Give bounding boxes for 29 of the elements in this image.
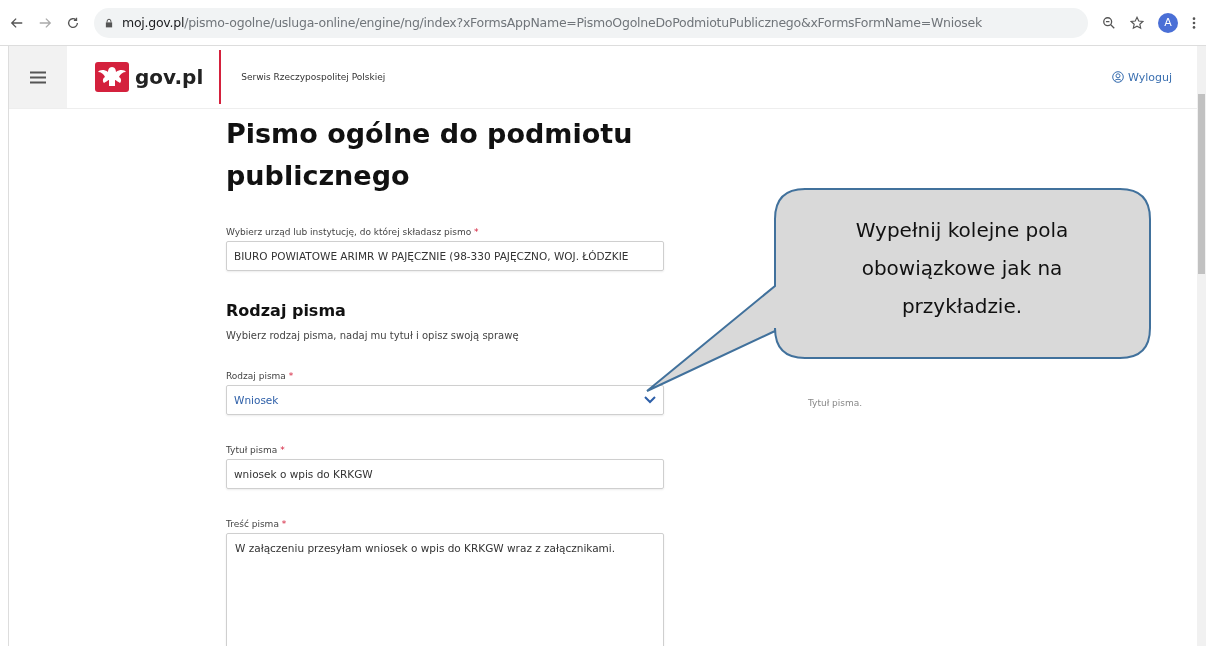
site-logo[interactable]: gov.pl (135, 65, 204, 89)
back-icon[interactable] (10, 15, 24, 30)
field-label: Treść pisma * (226, 519, 288, 529)
section-description: Wybierz rodzaj pisma, nadaj mu tytuł i opisz swoją sprawę (226, 330, 519, 341)
site-tagline: Serwis Rzeczypospolitej Polskiej (241, 72, 387, 82)
logout-link[interactable]: Wyloguj (1112, 70, 1172, 84)
content-textarea[interactable]: W załączeniu przesyłam wniosek o wpis do KRKGW wraz z załącznikami. (226, 533, 664, 646)
user-icon (1112, 71, 1124, 83)
title-input[interactable]: wniosek o wpis do KRKGW (226, 459, 664, 489)
type-select[interactable]: Wniosek (226, 385, 664, 415)
menu-icon (30, 70, 46, 84)
office-field[interactable]: BIURO POWIATOWE ARIMR W PAJĘCZNIE (98-330 PAJĘCZNO, WOJ. ŁÓDZKIE (226, 241, 664, 271)
lock-icon[interactable] (104, 17, 114, 28)
url-text: moj.gov.pl/pismo-ogolne/usluga-online/engine/ng/index?xFormsAppName=PismoOgolneDoPodmiotuPublicznego&xFormsFormName=Wniosek (122, 15, 983, 30)
page-title: Pismo ogólne do podmiotu publicznego (226, 117, 634, 193)
field-label: Rodzaj pisma * (226, 371, 295, 381)
callout-text: Wypełnij kolejne pola obowiązkowe jak na przykładzie. (854, 217, 1070, 320)
zoom-icon[interactable] (1102, 15, 1116, 30)
more-icon[interactable] (1192, 15, 1196, 30)
chevron-down-icon (644, 396, 656, 404)
field-label: Wybierz urząd lub instytucję, do której składasz pismo * (226, 227, 479, 237)
field-hint: Tytuł pisma. (808, 398, 863, 408)
profile-avatar[interactable]: A (1158, 12, 1178, 33)
section-heading: Rodzaj pisma (226, 301, 346, 320)
star-icon[interactable] (1130, 15, 1144, 30)
reload-icon[interactable] (66, 15, 80, 30)
scrollbar[interactable] (1197, 46, 1206, 646)
field-label: Tytuł pisma * (226, 445, 286, 455)
address-bar[interactable]: moj.gov.pl/pismo-ogolne/usluga-online/engine/ng/index?xFormsAppName=PismoOgolneDoPodmiotuPublicznego&xFormsFormName=Wniosek (94, 7, 1088, 38)
